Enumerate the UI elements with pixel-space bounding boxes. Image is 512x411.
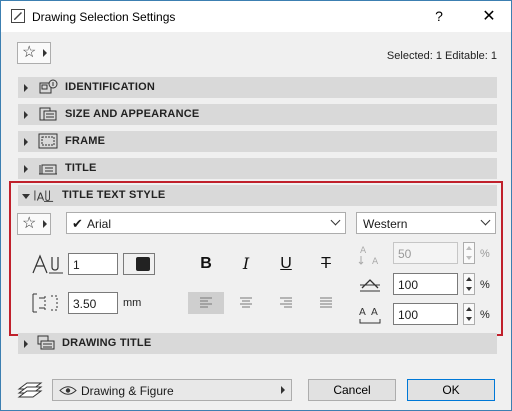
panel-frame[interactable]: FRAME — [18, 131, 497, 152]
identification-icon — [39, 79, 58, 94]
title-icon — [39, 164, 57, 175]
drawing-selection-settings-dialog: Drawing Selection Settings ? ✕ ☆ Selecte… — [0, 0, 512, 411]
drawing-title-icon — [37, 335, 55, 350]
highlight-box — [9, 181, 503, 336]
panel-label: FRAME — [65, 135, 106, 147]
size-appearance-icon — [39, 107, 57, 121]
expand-triangle-icon — [24, 138, 28, 146]
expand-triangle-icon — [24, 340, 28, 348]
panel-label: DRAWING TITLE — [62, 337, 152, 349]
panel-drawing-title[interactable]: DRAWING TITLE — [18, 333, 497, 354]
dialog-settings-icon — [11, 9, 25, 23]
help-button[interactable]: ? — [421, 1, 457, 32]
favorites-button[interactable]: ☆ — [17, 42, 51, 64]
eye-icon — [59, 386, 77, 395]
layer-icon — [17, 382, 43, 398]
expand-triangle-icon — [24, 111, 28, 119]
ok-button[interactable]: OK — [407, 379, 495, 401]
frame-icon — [38, 133, 58, 149]
panel-title[interactable]: TITLE — [18, 158, 497, 179]
star-icon: ☆ — [22, 44, 37, 61]
panel-label: SIZE AND APPEARANCE — [65, 108, 200, 120]
triangle-right-icon — [43, 49, 47, 57]
close-button[interactable]: ✕ — [467, 1, 511, 32]
selection-info: Selected: 1 Editable: 1 — [386, 50, 497, 62]
expand-triangle-icon — [24, 165, 28, 173]
panel-label: IDENTIFICATION — [65, 81, 155, 93]
layer-dropdown[interactable]: Drawing & Figure — [52, 379, 292, 401]
title-bar: Drawing Selection Settings ? ✕ — [1, 1, 511, 32]
panel-size-and-appearance[interactable]: SIZE AND APPEARANCE — [18, 104, 497, 125]
cancel-button[interactable]: Cancel — [308, 379, 396, 401]
dialog-title: Drawing Selection Settings — [32, 10, 176, 24]
expand-triangle-icon — [24, 84, 28, 92]
layer-name: Drawing & Figure — [81, 384, 174, 398]
triangle-right-icon — [281, 386, 285, 394]
panel-label: TITLE — [65, 162, 97, 174]
panel-identification[interactable]: IDENTIFICATION — [18, 77, 497, 98]
